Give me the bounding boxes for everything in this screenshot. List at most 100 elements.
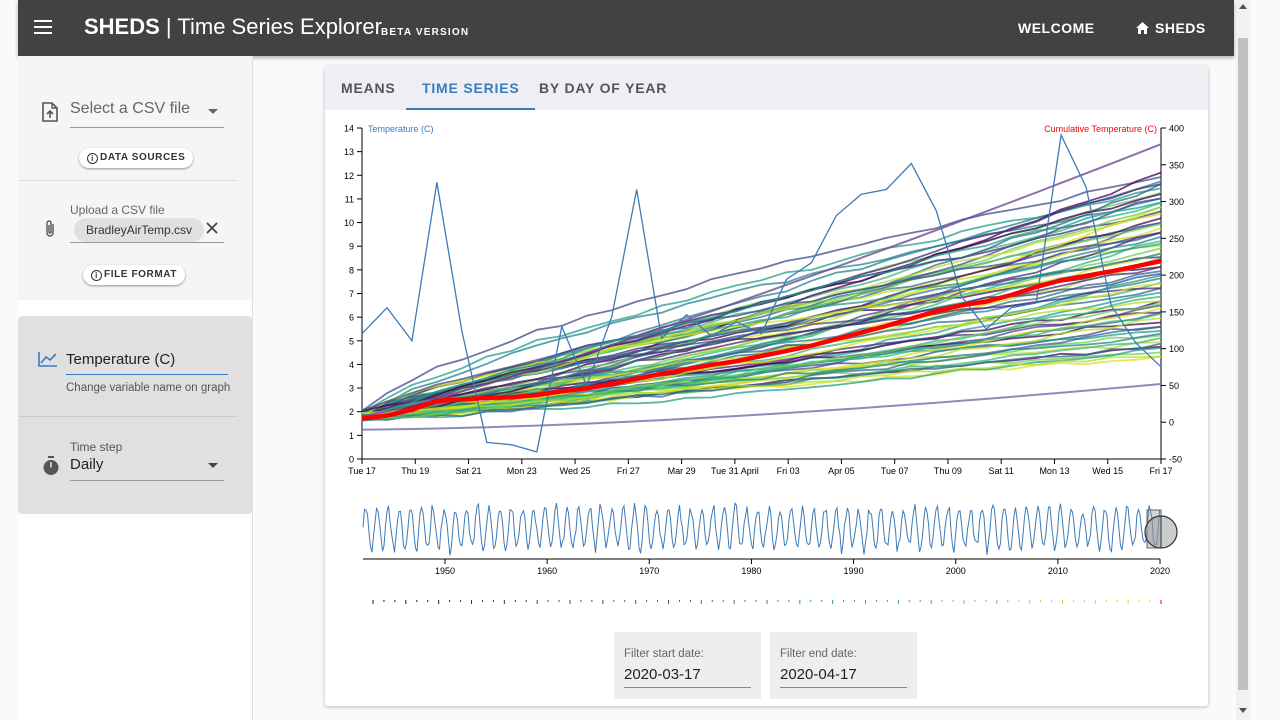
filter-end-input[interactable]: 2020-04-17 bbox=[780, 662, 907, 688]
x-tick-label: Tue 07 bbox=[881, 466, 909, 476]
y-left-tick-label: 8 bbox=[349, 265, 354, 275]
y-left-tick-label: 2 bbox=[349, 407, 354, 417]
overview-x-tick-label: 2020 bbox=[1150, 566, 1170, 576]
overview-x-tick-label: 2010 bbox=[1048, 566, 1068, 576]
x-tick-label: Wed 15 bbox=[1092, 466, 1123, 476]
x-tick-label: Apr 05 bbox=[828, 466, 855, 476]
app-title: SHEDS | Time Series Explorer bbox=[84, 14, 382, 40]
menu-icon[interactable] bbox=[34, 20, 52, 34]
y-left-tick-label: 7 bbox=[349, 289, 354, 299]
paperclip-icon bbox=[46, 220, 54, 237]
y-left-tick-label: 9 bbox=[349, 242, 354, 252]
y-right-tick-label: 400 bbox=[1169, 124, 1184, 134]
upload-label: Upload a CSV file bbox=[70, 203, 165, 217]
y-left-tick-label: 12 bbox=[344, 171, 354, 181]
section-divider bbox=[18, 416, 238, 417]
y-left-tick-label: 4 bbox=[349, 360, 354, 370]
variable-name-help: Change variable name on graph bbox=[66, 382, 231, 394]
file-format-button[interactable]: i FILE FORMAT bbox=[83, 265, 186, 285]
nav-sheds-label: SHEDS bbox=[1155, 20, 1206, 36]
time-series-chart[interactable]: 01234567891011121314-5005010015020025030… bbox=[325, 114, 1208, 624]
section-divider bbox=[18, 180, 238, 181]
scroll-up-icon[interactable] bbox=[1239, 4, 1247, 9]
variable-name-input[interactable]: Temperature (C) bbox=[66, 345, 228, 375]
y-right-tick-label: -50 bbox=[1169, 455, 1182, 465]
scroll-thumb[interactable] bbox=[1238, 38, 1248, 690]
y-left-tick-label: 5 bbox=[349, 336, 354, 346]
file-upload-icon bbox=[42, 102, 58, 122]
upload-file-field[interactable]: BradleyAirTemp.csv bbox=[70, 216, 224, 243]
overview-x-tick-label: 1990 bbox=[844, 566, 864, 576]
y-right-tick-label: 100 bbox=[1169, 344, 1184, 354]
app-window: SHEDS | Time Series Explorer BETA VERSIO… bbox=[18, 0, 1234, 720]
filter-start-label: Filter start date: bbox=[624, 648, 704, 660]
scroll-down-icon[interactable] bbox=[1239, 708, 1247, 713]
tab-means[interactable]: MEANS bbox=[325, 66, 412, 110]
time-step-value: Daily bbox=[70, 456, 104, 473]
chevron-down-icon bbox=[208, 463, 218, 468]
line-chart-icon bbox=[38, 352, 57, 367]
x-tick-label: Thu 09 bbox=[934, 466, 962, 476]
page-scrollbar[interactable] bbox=[1236, 0, 1250, 720]
x-tick-label: Sat 21 bbox=[456, 466, 482, 476]
tab-by-day-of-year[interactable]: BY DAY OF YEAR bbox=[523, 66, 683, 110]
filter-start-input[interactable]: 2020-03-17 bbox=[624, 662, 751, 688]
time-step-select[interactable]: Daily bbox=[70, 454, 224, 481]
tab-time-series[interactable]: TIME SERIES bbox=[406, 66, 536, 110]
y-right-tick-label: 50 bbox=[1169, 381, 1179, 391]
filter-start-box: Filter start date: 2020-03-17 bbox=[614, 632, 761, 699]
y-right-tick-label: 0 bbox=[1169, 418, 1174, 428]
overview-x-tick-label: 1980 bbox=[741, 566, 761, 576]
close-icon[interactable] bbox=[204, 220, 220, 236]
y-right-tick-label: 200 bbox=[1169, 271, 1184, 281]
y-right-tick-label: 250 bbox=[1169, 234, 1184, 244]
home-icon bbox=[1136, 22, 1149, 34]
x-tick-label: Thu 19 bbox=[401, 466, 429, 476]
y-right-tick-label: 350 bbox=[1169, 160, 1184, 170]
y-left-tick-label: 11 bbox=[345, 194, 354, 204]
nav-sheds-button[interactable]: SHEDS bbox=[1136, 20, 1206, 36]
nav-welcome-button[interactable]: WELCOME bbox=[1018, 20, 1095, 36]
csv-file-select-label: Select a CSV file bbox=[70, 100, 191, 117]
x-tick-label: Wed 25 bbox=[560, 466, 591, 476]
top-app-bar: SHEDS | Time Series Explorer BETA VERSIO… bbox=[18, 0, 1234, 56]
app-name: Time Series Explorer bbox=[177, 14, 382, 39]
data-sources-label: DATA SOURCES bbox=[100, 152, 186, 163]
left-axis-label: Temperature (C) bbox=[368, 124, 434, 134]
x-tick-label: Fri 03 bbox=[777, 466, 800, 476]
y-right-tick-label: 300 bbox=[1169, 197, 1184, 207]
y-left-tick-label: 1 bbox=[349, 431, 354, 441]
overview-x-tick-label: 1960 bbox=[537, 566, 557, 576]
y-left-tick-label: 13 bbox=[344, 147, 354, 157]
right-axis-label: Cumulative Temperature (C) bbox=[1044, 124, 1157, 134]
csv-file-select[interactable]: Select a CSV file bbox=[70, 100, 224, 128]
sidebar: Select a CSV file i DATA SOURCES Upload a… bbox=[18, 56, 253, 720]
info-icon: i bbox=[87, 153, 98, 164]
overview-x-tick-label: 2000 bbox=[946, 566, 966, 576]
y-right-tick-label: 150 bbox=[1169, 307, 1184, 317]
info-icon: i bbox=[91, 270, 102, 281]
chevron-down-icon bbox=[208, 109, 218, 114]
y-left-tick-label: 10 bbox=[344, 218, 354, 228]
timer-icon bbox=[43, 456, 59, 475]
y-left-tick-label: 14 bbox=[344, 124, 354, 134]
x-tick-label: Mar 29 bbox=[668, 466, 696, 476]
time-step-label: Time step bbox=[70, 440, 123, 454]
x-tick-label: Mon 23 bbox=[507, 466, 537, 476]
title-separator: | bbox=[165, 14, 172, 39]
data-source-section: Select a CSV file i DATA SOURCES Upload a… bbox=[18, 56, 252, 300]
y-left-tick-label: 0 bbox=[349, 455, 354, 465]
brand-name: SHEDS bbox=[84, 14, 160, 39]
x-tick-label: Sat 11 bbox=[989, 466, 1014, 476]
y-left-tick-label: 6 bbox=[349, 313, 354, 323]
filter-end-box: Filter end date: 2020-04-17 bbox=[770, 632, 917, 699]
beta-badge: BETA VERSION bbox=[381, 27, 470, 38]
file-format-label: FILE FORMAT bbox=[104, 269, 178, 280]
x-tick-label: Fri 17 bbox=[1149, 466, 1172, 476]
uploaded-file-chip: BradleyAirTemp.csv bbox=[74, 218, 205, 242]
x-tick-label: Fri 27 bbox=[617, 466, 640, 476]
overview-x-tick-label: 1970 bbox=[639, 566, 659, 576]
x-tick-label: Tue 31 April bbox=[711, 466, 759, 476]
filter-end-label: Filter end date: bbox=[780, 648, 857, 660]
data-sources-button[interactable]: i DATA SOURCES bbox=[79, 148, 194, 168]
